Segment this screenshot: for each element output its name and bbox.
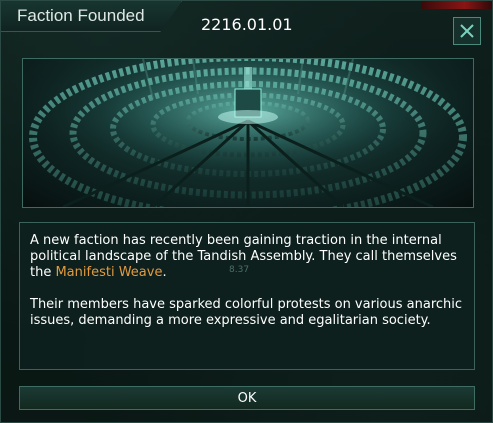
close-button[interactable] (453, 17, 481, 45)
event-date: 2216.01.01 (201, 15, 293, 34)
dialog-title: Faction Founded (17, 6, 145, 25)
close-icon (459, 23, 475, 39)
faded-value: 8.37 (229, 265, 250, 275)
event-dialog: Faction Founded 2216.01.01 A new faction… (0, 0, 493, 423)
event-description: A new faction has recently been gaining … (19, 222, 475, 370)
ok-button[interactable]: OK (19, 386, 475, 410)
description-paragraph-2: Their members have sparked colorful prot… (30, 297, 463, 328)
top-status-strip (421, 1, 492, 9)
faction-name: Manifesti Weave (55, 265, 163, 280)
description-text-end: . (162, 265, 167, 280)
event-image (22, 58, 474, 208)
